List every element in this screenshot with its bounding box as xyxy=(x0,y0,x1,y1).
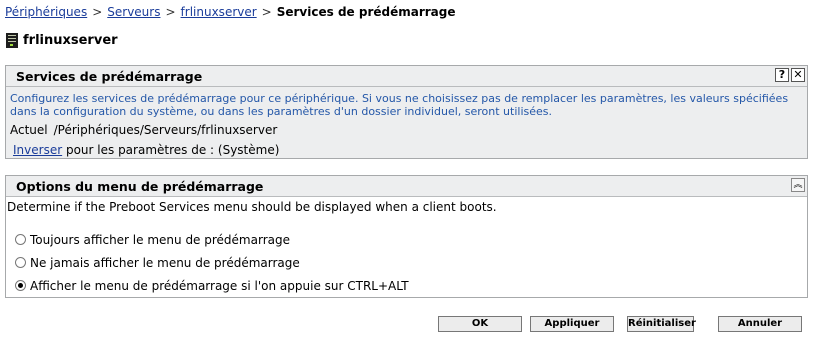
reset-button[interactable]: Réinitialiser xyxy=(627,316,696,332)
radio-button[interactable] xyxy=(15,234,26,245)
help-icon[interactable]: ? xyxy=(775,68,789,82)
ok-button[interactable]: OK xyxy=(438,316,522,332)
panel-title: Options du menu de prédémarrage xyxy=(16,178,264,194)
server-name: frlinuxserver xyxy=(23,33,118,48)
radio-button-selected[interactable] xyxy=(15,280,26,291)
panel-title: Services de prédémarrage xyxy=(16,68,203,84)
preboot-services-panel: Services de prédémarrage ? ✕ Configurez … xyxy=(5,65,808,159)
radio-label: Afficher le menu de prédémarrage si l'on… xyxy=(30,278,409,293)
panel-description: Configurez les services de prédémarrage … xyxy=(10,92,789,118)
panel-header: Options du menu de prédémarrage ︽ xyxy=(6,176,807,197)
action-buttons: OK Appliquer Réinitialiser Annuler xyxy=(0,316,815,332)
server-header: frlinuxserver xyxy=(6,33,118,48)
cancel-button[interactable]: Annuler xyxy=(718,316,802,332)
actuel-path: /Périphériques/Serveurs/frlinuxserver xyxy=(53,123,278,137)
breadcrumb-current: Services de prédémarrage xyxy=(276,5,456,19)
double-chevron-up-icon[interactable]: ︽ xyxy=(791,178,805,192)
radio-label: Toujours afficher le menu de prédémarrag… xyxy=(30,232,290,247)
preboot-menu-options-panel: Options du menu de prédémarrage ︽ Determ… xyxy=(5,175,808,298)
radio-button[interactable] xyxy=(15,257,26,268)
actuel-row: Actuel/Périphériques/Serveurs/frlinuxser… xyxy=(10,123,807,137)
inverse-text: pour les paramètres de : (Système) xyxy=(65,143,280,157)
radio-label: Ne jamais afficher le menu de prédémarra… xyxy=(30,255,300,270)
panel-header-buttons: ? ✕ xyxy=(775,68,805,82)
panel-header: Services de prédémarrage ? ✕ xyxy=(6,66,807,87)
apply-button[interactable]: Appliquer xyxy=(530,316,614,332)
server-icon xyxy=(6,33,18,48)
menu-options-radio-group: Toujours afficher le menu de prédémarrag… xyxy=(6,228,807,297)
inverse-link[interactable]: Inverser xyxy=(13,143,62,157)
menu-options-description: Determine if the Preboot Services menu s… xyxy=(7,200,497,214)
radio-option-always[interactable]: Toujours afficher le menu de prédémarrag… xyxy=(15,228,807,251)
breadcrumb: Périphériques > Serveurs > frlinuxserver > Ser… xyxy=(5,5,456,19)
radio-option-never[interactable]: Ne jamais afficher le menu de prédémarra… xyxy=(15,251,807,274)
breadcrumb-separator: > xyxy=(92,5,103,19)
radio-option-ctrl-alt[interactable]: Afficher le menu de prédémarrage si l'on… xyxy=(15,274,807,297)
breadcrumb-link-serveurs[interactable]: Serveurs xyxy=(107,5,160,19)
breadcrumb-separator: > xyxy=(261,5,272,19)
breadcrumb-separator: > xyxy=(165,5,176,19)
breadcrumb-link-peripheriques[interactable]: Périphériques xyxy=(5,5,87,19)
breadcrumb-link-frlinuxserver[interactable]: frlinuxserver xyxy=(181,5,257,19)
inverse-row: Inverser pour les paramètres de : (Systè… xyxy=(13,143,807,157)
close-icon[interactable]: ✕ xyxy=(791,68,805,82)
actuel-label: Actuel xyxy=(10,123,48,137)
